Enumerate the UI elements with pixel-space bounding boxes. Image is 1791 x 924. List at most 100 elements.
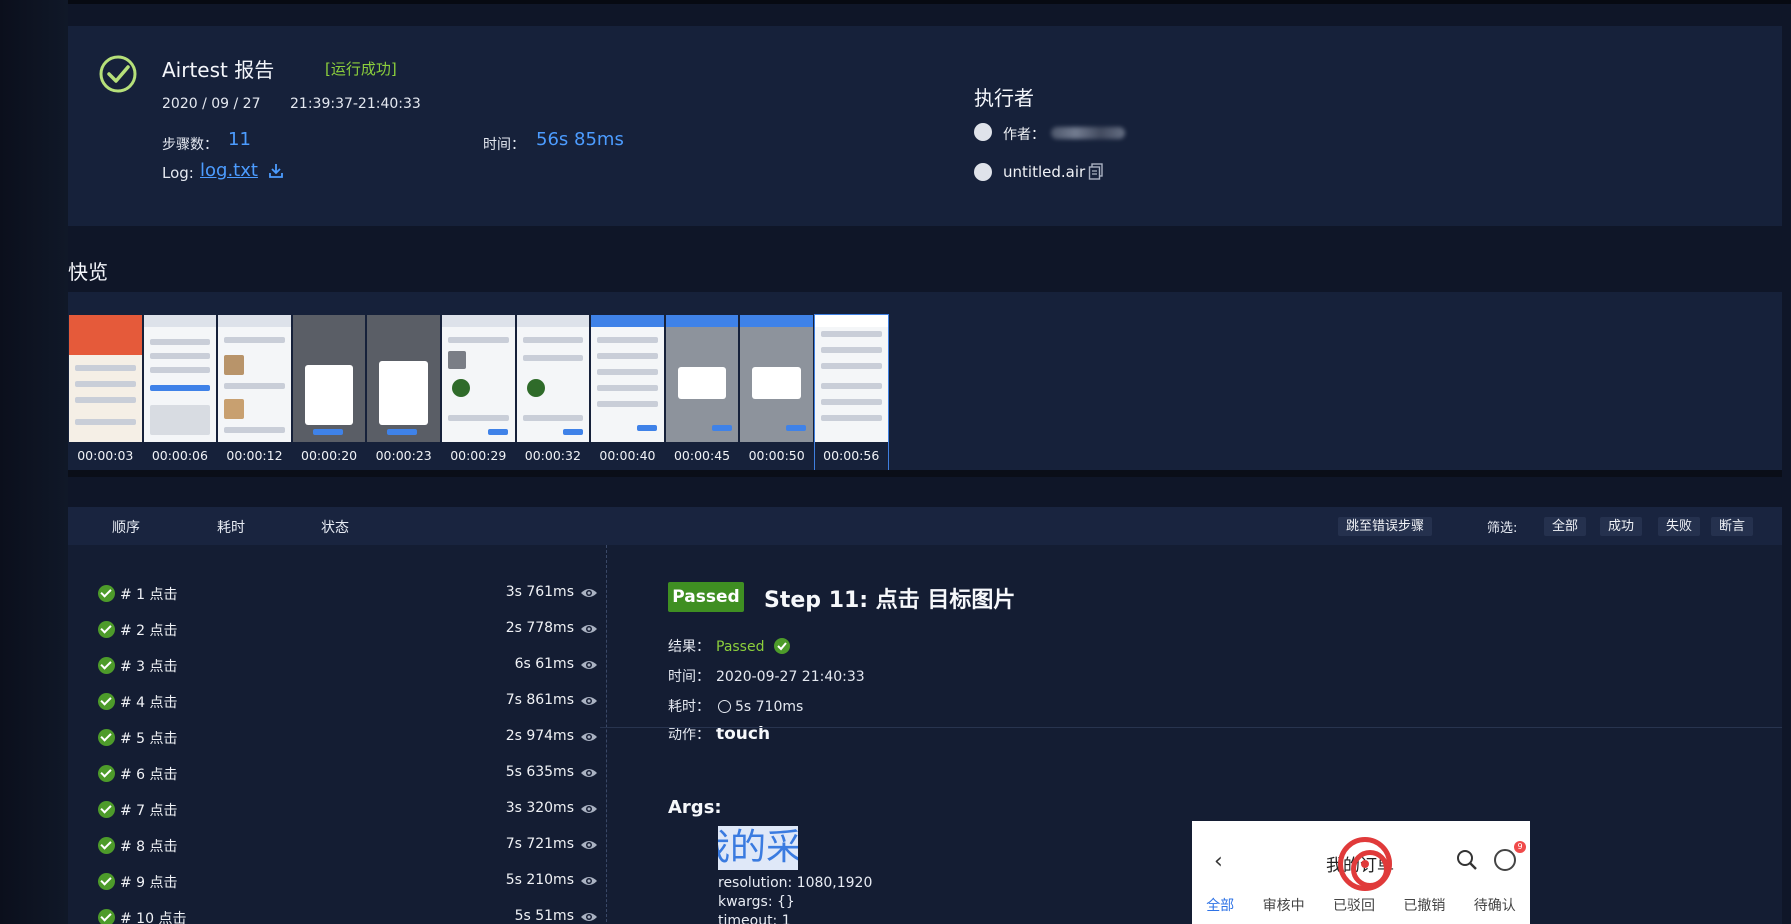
eye-icon[interactable] <box>580 910 598 924</box>
success-check-icon <box>99 55 137 93</box>
filter-success-button[interactable]: 成功 <box>1600 517 1643 536</box>
thumbnail-image <box>69 315 142 442</box>
step-duration: 3s 761ms <box>505 584 574 600</box>
result-check-icon <box>773 638 790 654</box>
thumbnail-time: 00:00:32 <box>524 448 581 463</box>
thumbnail[interactable]: 00:00:03 <box>68 314 143 471</box>
step-duration: 2s 778ms <box>505 620 574 636</box>
back-icon: ‹ <box>1214 849 1223 874</box>
filter-all-button[interactable]: 全部 <box>1544 517 1587 536</box>
step-duration: 5s 51ms <box>514 908 574 924</box>
step-pass-icon <box>98 693 115 710</box>
step-duration: 7s 861ms <box>505 692 574 708</box>
thumbnail-image <box>591 315 664 442</box>
time-label: 时间： <box>668 669 710 685</box>
thumbnail[interactable]: 00:00:45 <box>665 314 740 471</box>
left-gutter <box>0 0 68 924</box>
sort-by-status[interactable]: 状态 <box>321 517 349 537</box>
thumbnail-time: 00:00:40 <box>599 448 656 463</box>
step-row[interactable]: # 1 点击 3s 761ms <box>98 581 598 605</box>
thumbnail-image <box>740 315 813 442</box>
author-label: 作者： <box>1003 127 1045 143</box>
arg-resolution: resolution: 1080,1920 <box>718 875 873 891</box>
step-row[interactable]: # 7 点击 3s 320ms <box>98 797 598 821</box>
copy-icon[interactable] <box>1088 162 1104 180</box>
thumbnail-image <box>143 315 217 442</box>
detail-divider <box>600 727 1782 728</box>
script-avatar <box>974 163 992 181</box>
report-date: 2020 / 09 / 27 <box>162 96 261 112</box>
target-image-crop: 我的采 <box>718 826 798 870</box>
sort-by-order[interactable]: 顺序 <box>112 517 140 537</box>
steps-header: 顺序 耗时 状态 跳至错误步骤 筛选: 全部 成功 失败 断言 <box>68 507 1782 545</box>
thumbnail[interactable]: 00:00:50 <box>739 314 814 471</box>
thumbnail-time: 00:00:50 <box>748 448 805 463</box>
phone-tab: 全部 <box>1206 898 1235 914</box>
step-name: # 5 点击 <box>120 731 178 747</box>
step-name: # 8 点击 <box>120 839 178 855</box>
step-row[interactable]: # 4 点击 7s 861ms <box>98 689 598 713</box>
eye-icon[interactable] <box>580 874 598 888</box>
thumbnail[interactable]: 00:00:40 <box>590 314 665 471</box>
passed-badge: Passed <box>668 582 744 612</box>
arg-timeout: timeout: 1 <box>718 913 791 924</box>
step-row[interactable]: # 9 点击 5s 210ms <box>98 869 598 893</box>
thumbnail-time: 00:00:29 <box>450 448 507 463</box>
step-row[interactable]: # 3 点击 6s 61ms <box>98 653 598 677</box>
step-duration: 3s 320ms <box>505 800 574 816</box>
duration-value: 5s 710ms <box>735 699 804 715</box>
thumbnail[interactable]: 00:00:23 <box>366 314 441 471</box>
thumbnail[interactable]: 00:00:20 <box>292 314 367 471</box>
step-duration: 6s 61ms <box>514 656 574 672</box>
step-row[interactable]: # 6 点击 5s 635ms <box>98 761 598 785</box>
message-icon <box>1494 849 1516 871</box>
quickview-title: 快览 <box>68 260 108 284</box>
thumbnail-time: 00:00:56 <box>823 448 880 463</box>
executor-title: 执行者 <box>974 86 1034 110</box>
download-icon[interactable] <box>268 162 284 180</box>
thumbnail-image <box>367 315 440 442</box>
eye-icon[interactable] <box>580 622 598 636</box>
step-row[interactable]: # 10 点击 5s 51ms <box>98 905 598 924</box>
eye-icon[interactable] <box>580 586 598 600</box>
step-row[interactable]: # 5 点击 2s 974ms <box>98 725 598 749</box>
step-pass-icon <box>98 765 115 782</box>
thumbnail[interactable]: 00:00:12 <box>217 314 292 471</box>
step-duration: 5s 210ms <box>505 872 574 888</box>
step-name: # 6 点击 <box>120 767 178 783</box>
thumbnail[interactable]: 00:00:32 <box>516 314 591 471</box>
filter-assert-button[interactable]: 断言 <box>1711 517 1754 536</box>
eye-icon[interactable] <box>580 838 598 852</box>
log-file-link[interactable]: log.txt <box>200 160 258 181</box>
step-row[interactable]: # 8 点击 7s 721ms <box>98 833 598 857</box>
thumbnail[interactable]: 00:00:06 <box>143 314 218 471</box>
thumbnail-time: 00:00:03 <box>77 448 134 463</box>
eye-icon[interactable] <box>580 766 598 780</box>
jump-to-error-button[interactable]: 跳至错误步骤 <box>1338 517 1433 536</box>
thumbnail-image <box>441 315 515 442</box>
thumbnail-image <box>292 315 366 442</box>
thumbnail-list: 00:00:03 00:00:06 00:00:12 00:00:20 00:0… <box>68 314 889 471</box>
step-pass-icon <box>98 801 115 818</box>
author-name-redacted <box>1051 127 1125 139</box>
eye-icon[interactable] <box>580 802 598 816</box>
author-avatar <box>974 123 992 141</box>
phone-tabs: 全部 审核中 已驳回 已撤销 待确认 <box>1192 895 1530 915</box>
time-value: 2020-09-27 21:40:33 <box>716 669 865 685</box>
screenshot-preview[interactable]: ‹ 我的订单 9 全部 审核中 已驳回 已撤销 待确认 <box>1192 821 1530 924</box>
step-pass-icon <box>98 621 115 638</box>
sort-by-duration[interactable]: 耗时 <box>217 517 245 537</box>
quickview-strip: 00:00:03 00:00:06 00:00:12 00:00:20 00:0… <box>68 292 1782 472</box>
script-name: untitled.air <box>1003 163 1086 181</box>
thumbnail[interactable]: 00:00:29 <box>441 314 516 471</box>
step-name: # 2 点击 <box>120 623 178 639</box>
step-pass-icon <box>98 585 115 602</box>
step-row[interactable]: # 2 点击 2s 778ms <box>98 617 598 641</box>
eye-icon[interactable] <box>580 730 598 744</box>
eye-icon[interactable] <box>580 658 598 672</box>
filter-fail-button[interactable]: 失败 <box>1658 517 1701 536</box>
target-image-text: 我的采 <box>718 827 798 868</box>
eye-icon[interactable] <box>580 694 598 708</box>
clock-icon <box>718 700 731 713</box>
thumbnail-selected[interactable]: 00:00:56 <box>813 314 889 471</box>
